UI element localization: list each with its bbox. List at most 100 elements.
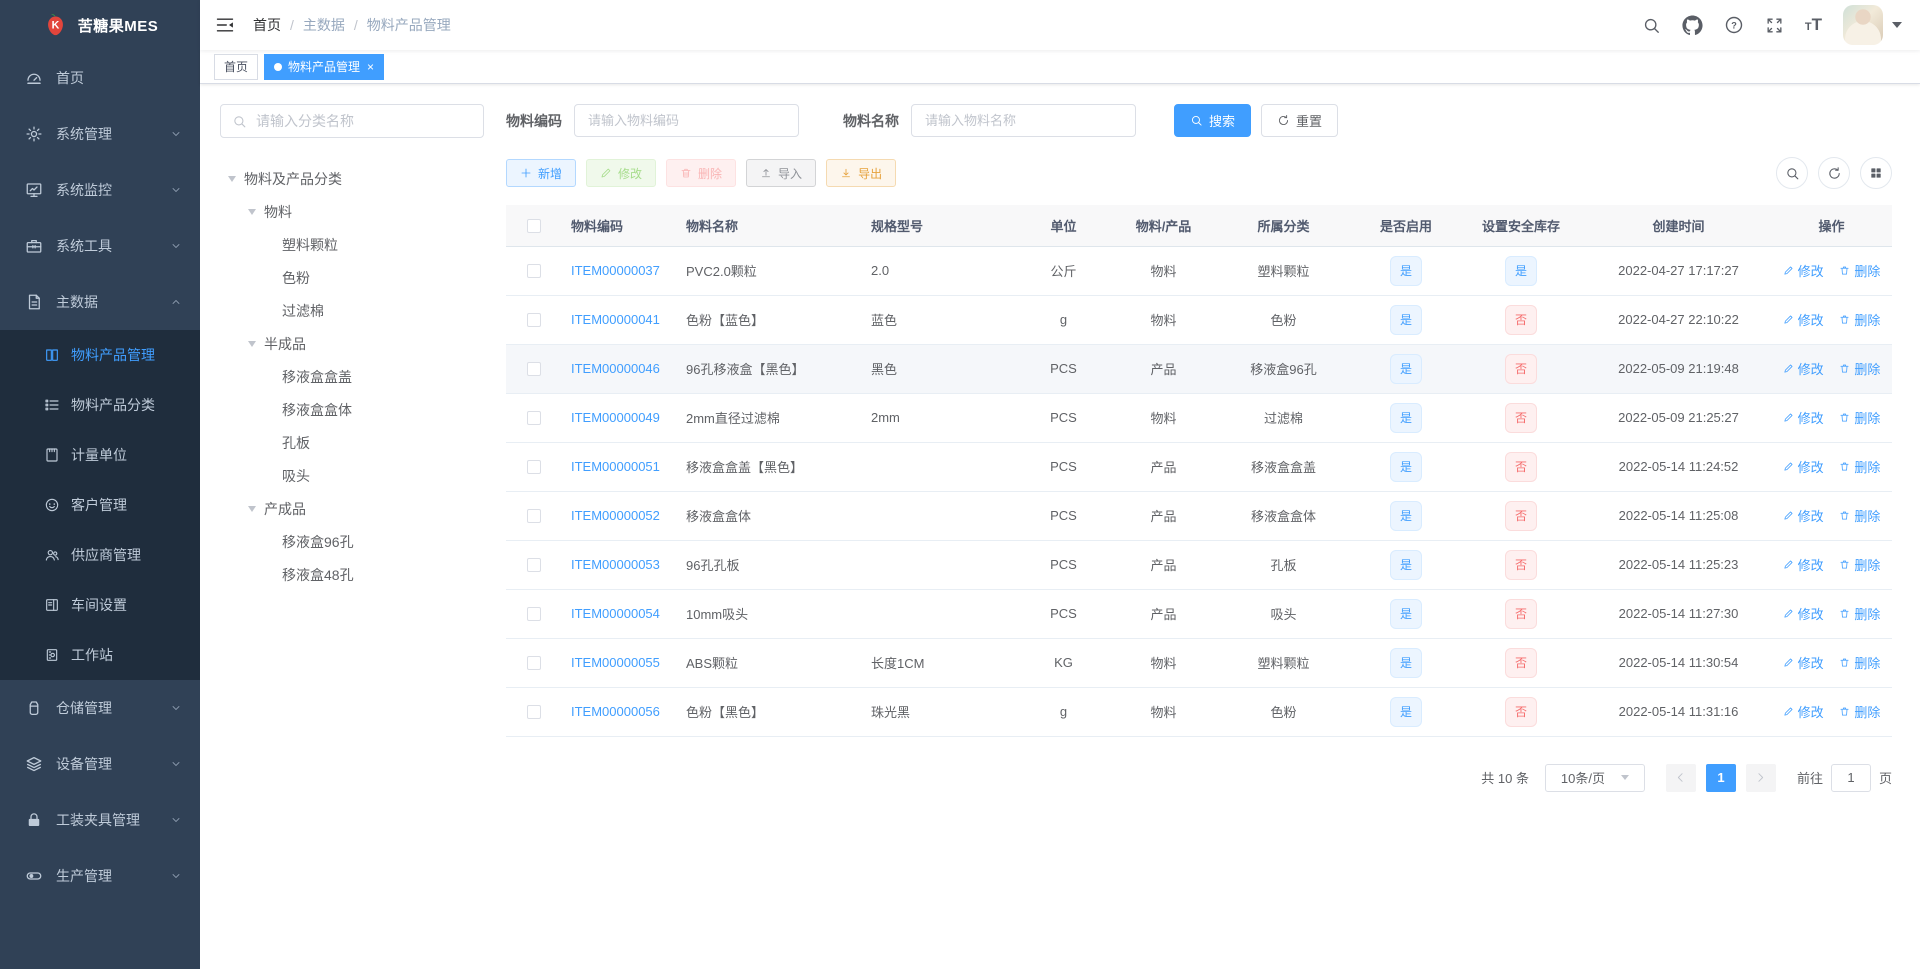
- tree-node-leaf[interactable]: 移液盒48孔: [220, 558, 484, 591]
- row-edit-link[interactable]: 修改: [1783, 408, 1824, 427]
- help-icon[interactable]: ?: [1724, 15, 1744, 35]
- sidebar-item-measure-unit[interactable]: 计量单位: [0, 430, 200, 480]
- tree-node-leaf[interactable]: 移液盒96孔: [220, 525, 484, 558]
- column-settings-button[interactable]: [1860, 157, 1892, 189]
- sidebar-item-master-data[interactable]: 主数据: [0, 274, 200, 330]
- prev-page-button[interactable]: [1665, 763, 1696, 792]
- edit-button[interactable]: 修改: [586, 159, 657, 187]
- material-code-link[interactable]: ITEM00000052: [571, 508, 660, 523]
- caret-down-icon[interactable]: [1892, 22, 1902, 28]
- material-name-input[interactable]: [911, 104, 1136, 137]
- row-delete-link[interactable]: 删除: [1839, 604, 1880, 623]
- row-delete-link[interactable]: 删除: [1839, 408, 1880, 427]
- sidebar-item-material-product-mgmt[interactable]: 物料产品管理: [0, 330, 200, 380]
- row-delete-link[interactable]: 删除: [1839, 261, 1880, 280]
- tab-home[interactable]: 首页: [214, 53, 259, 80]
- breadcrumb-home[interactable]: 首页: [253, 15, 281, 35]
- tab-close-icon[interactable]: ×: [367, 61, 374, 73]
- row-edit-link[interactable]: 修改: [1783, 555, 1824, 574]
- font-size-icon[interactable]: TT: [1805, 15, 1822, 35]
- row-checkbox[interactable]: [526, 558, 541, 573]
- row-delete-link[interactable]: 删除: [1839, 653, 1880, 672]
- reset-button[interactable]: 重置: [1261, 104, 1339, 137]
- row-edit-link[interactable]: 修改: [1783, 261, 1824, 280]
- sidebar-item-home[interactable]: 首页: [0, 50, 200, 106]
- row-delete-link[interactable]: 删除: [1839, 702, 1880, 721]
- tree-node-material[interactable]: 物料: [220, 195, 484, 228]
- sidebar-toggle-button[interactable]: [215, 15, 235, 35]
- row-checkbox[interactable]: [526, 313, 541, 328]
- row-checkbox[interactable]: [526, 460, 541, 475]
- row-edit-link[interactable]: 修改: [1783, 653, 1824, 672]
- sidebar-item-system-monitor[interactable]: 系统监控: [0, 162, 200, 218]
- next-page-button[interactable]: [1745, 763, 1776, 792]
- tree-node-leaf[interactable]: 色粉: [220, 261, 484, 294]
- row-checkbox[interactable]: [526, 705, 541, 720]
- row-checkbox[interactable]: [526, 656, 541, 671]
- search-button[interactable]: 搜索: [1174, 104, 1252, 137]
- row-delete-link[interactable]: 删除: [1839, 359, 1880, 378]
- tree-node-leaf[interactable]: 孔板: [220, 426, 484, 459]
- select-all-checkbox[interactable]: [526, 219, 541, 234]
- goto-page-input[interactable]: [1830, 763, 1871, 792]
- sidebar-item-workshop-settings[interactable]: 车间设置: [0, 580, 200, 630]
- material-code-link[interactable]: ITEM00000054: [571, 606, 660, 621]
- github-icon[interactable]: [1682, 14, 1703, 36]
- material-code-link[interactable]: ITEM00000053: [571, 557, 660, 572]
- tree-node-root[interactable]: 物料及产品分类: [220, 162, 484, 195]
- sidebar-item-workstation[interactable]: 工作站: [0, 630, 200, 680]
- row-delete-link[interactable]: 删除: [1839, 310, 1880, 329]
- sidebar-item-customer-mgmt[interactable]: 客户管理: [0, 480, 200, 530]
- header-search-icon[interactable]: [1642, 16, 1661, 35]
- fullscreen-icon[interactable]: [1765, 16, 1784, 35]
- row-edit-link[interactable]: 修改: [1783, 604, 1824, 623]
- row-delete-link[interactable]: 删除: [1839, 457, 1880, 476]
- sidebar-item-system-tools[interactable]: 系统工具: [0, 218, 200, 274]
- tree-node-leaf[interactable]: 移液盒盒盖: [220, 360, 484, 393]
- material-code-link[interactable]: ITEM00000041: [571, 312, 660, 327]
- avatar[interactable]: [1843, 5, 1883, 45]
- sidebar-item-production-mgmt[interactable]: 生产管理: [0, 848, 200, 904]
- row-edit-link[interactable]: 修改: [1783, 457, 1824, 476]
- refresh-table-button[interactable]: [1818, 157, 1850, 189]
- material-code-link[interactable]: ITEM00000055: [571, 655, 660, 670]
- sidebar-item-material-product-category[interactable]: 物料产品分类: [0, 380, 200, 430]
- tab-material-product-mgmt[interactable]: 物料产品管理 ×: [264, 53, 385, 80]
- category-search-input[interactable]: [254, 112, 472, 130]
- material-code-link[interactable]: ITEM00000056: [571, 704, 660, 719]
- row-delete-link[interactable]: 删除: [1839, 506, 1880, 525]
- import-button[interactable]: 导入: [746, 159, 817, 187]
- row-checkbox[interactable]: [526, 411, 541, 426]
- page-number-1[interactable]: 1: [1705, 763, 1736, 792]
- sidebar-item-tooling-fixture-mgmt[interactable]: 工装夹具管理: [0, 792, 200, 848]
- row-delete-link[interactable]: 删除: [1839, 555, 1880, 574]
- tree-node-leaf[interactable]: 塑料颗粒: [220, 228, 484, 261]
- sidebar-item-system-admin[interactable]: 系统管理: [0, 106, 200, 162]
- tree-node-finished[interactable]: 产成品: [220, 492, 484, 525]
- row-edit-link[interactable]: 修改: [1783, 310, 1824, 329]
- row-checkbox[interactable]: [526, 362, 541, 377]
- row-checkbox[interactable]: [526, 509, 541, 524]
- sidebar-item-equipment-mgmt[interactable]: 设备管理: [0, 736, 200, 792]
- material-code-link[interactable]: ITEM00000049: [571, 410, 660, 425]
- material-code-input[interactable]: [574, 104, 799, 137]
- logo[interactable]: K 苦糖果MES: [0, 0, 200, 50]
- sidebar-item-warehouse-mgmt[interactable]: 仓储管理: [0, 680, 200, 736]
- tree-node-semi-finished[interactable]: 半成品: [220, 327, 484, 360]
- material-code-link[interactable]: ITEM00000051: [571, 459, 660, 474]
- material-code-link[interactable]: ITEM00000037: [571, 263, 660, 278]
- tree-node-leaf[interactable]: 过滤棉: [220, 294, 484, 327]
- row-checkbox[interactable]: [526, 607, 541, 622]
- export-button[interactable]: 导出: [826, 159, 897, 187]
- row-edit-link[interactable]: 修改: [1783, 359, 1824, 378]
- add-button[interactable]: 新增: [506, 159, 577, 187]
- tree-node-leaf[interactable]: 吸头: [220, 459, 484, 492]
- row-checkbox[interactable]: [526, 264, 541, 279]
- row-edit-link[interactable]: 修改: [1783, 506, 1824, 525]
- toggle-search-button[interactable]: [1776, 157, 1808, 189]
- tree-node-leaf[interactable]: 移液盒盒体: [220, 393, 484, 426]
- row-edit-link[interactable]: 修改: [1783, 702, 1824, 721]
- page-size-select[interactable]: 10条/页: [1544, 763, 1645, 792]
- delete-button[interactable]: 删除: [666, 159, 737, 187]
- sidebar-item-supplier-mgmt[interactable]: 供应商管理: [0, 530, 200, 580]
